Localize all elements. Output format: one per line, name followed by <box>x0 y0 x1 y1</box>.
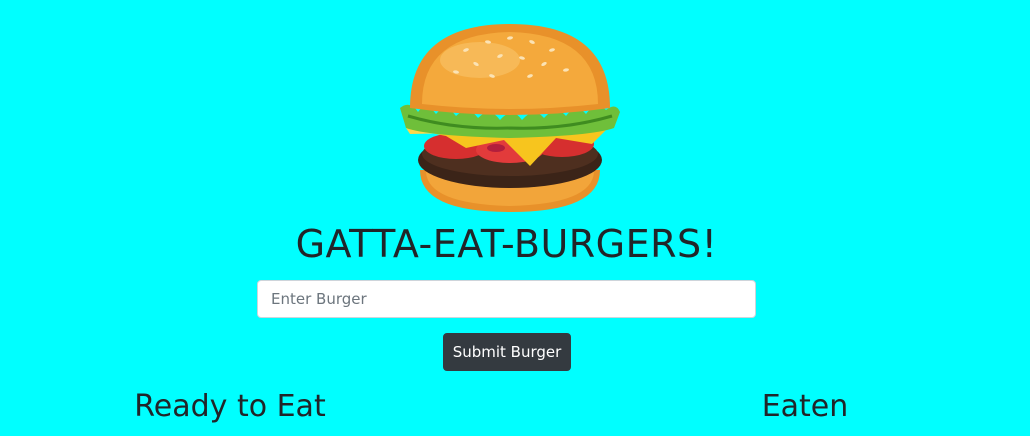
burger-icon <box>400 24 620 212</box>
eaten-heading: Eaten <box>761 389 849 424</box>
burger-name-input[interactable] <box>257 280 756 318</box>
page-title: GATTA-EAT-BURGERS! <box>295 222 718 266</box>
ready-to-eat-heading: Ready to Eat <box>134 389 326 424</box>
page: GATTA-EAT-BURGERS! Submit Burger Ready t… <box>0 0 1030 436</box>
submit-burger-button[interactable]: Submit Burger <box>443 333 571 371</box>
